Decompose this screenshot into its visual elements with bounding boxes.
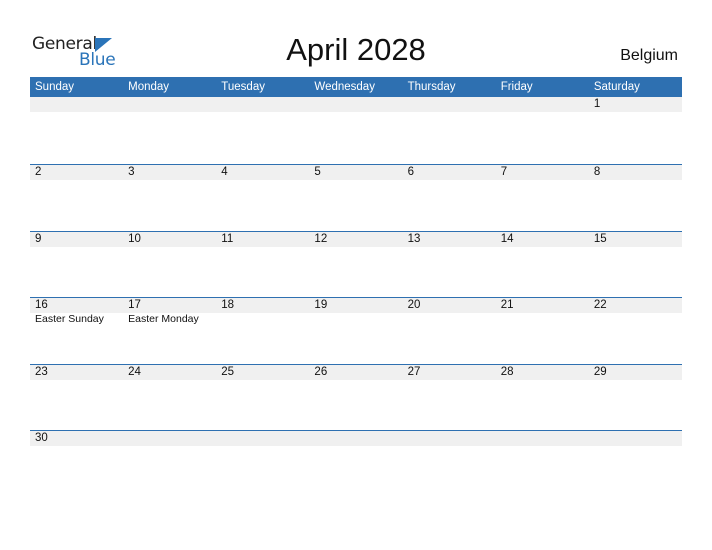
day-number: 13 bbox=[407, 232, 421, 245]
day-number bbox=[30, 97, 123, 112]
day-number bbox=[123, 431, 216, 446]
day-number: 11 bbox=[221, 232, 234, 245]
day-number bbox=[309, 431, 402, 446]
day-number-bar: 30 bbox=[30, 430, 682, 446]
week-row: 30 bbox=[30, 430, 682, 497]
day-number: 17 bbox=[128, 299, 141, 311]
holiday-notes: Easter Sunday Easter Monday bbox=[30, 313, 682, 326]
day-number: 5 bbox=[314, 166, 321, 178]
day-number-bar: 1 bbox=[30, 97, 682, 112]
day-number: 23 bbox=[35, 365, 48, 378]
day-number-bar: 9 10 11 12 13 14 15 bbox=[30, 230, 682, 247]
day-number: 20 bbox=[407, 299, 421, 311]
day-number-bar: 23 24 25 26 27 28 29 bbox=[30, 363, 682, 380]
day-number bbox=[403, 97, 496, 112]
day-number: 1 bbox=[593, 98, 601, 110]
day-number: 10 bbox=[128, 232, 141, 245]
day-number bbox=[496, 97, 589, 112]
day-number bbox=[309, 97, 402, 112]
week-row: 2 3 4 5 6 7 8 bbox=[30, 164, 682, 231]
country-label: Belgium bbox=[620, 47, 678, 64]
day-number bbox=[496, 431, 589, 446]
weekday-saturday: Saturday bbox=[593, 81, 640, 93]
holiday-label bbox=[496, 313, 589, 326]
day-number: 3 bbox=[128, 166, 135, 178]
day-number: 14 bbox=[500, 232, 514, 245]
holiday-label: Easter Monday bbox=[128, 313, 199, 325]
day-number: 21 bbox=[500, 299, 514, 311]
weekday-thursday: Thursday bbox=[407, 81, 456, 93]
weekday-wednesday: Wednesday bbox=[314, 81, 375, 93]
weekday-tuesday: Tuesday bbox=[221, 81, 265, 93]
day-number: 28 bbox=[500, 365, 514, 378]
day-number bbox=[216, 431, 309, 446]
day-number bbox=[123, 97, 216, 112]
day-number: 6 bbox=[407, 166, 414, 178]
week-row: 9 10 11 12 13 14 15 bbox=[30, 230, 682, 298]
day-number: 2 bbox=[35, 166, 42, 178]
day-number: 8 bbox=[593, 166, 601, 178]
holiday-label bbox=[309, 313, 402, 326]
weekday-friday: Friday bbox=[500, 81, 533, 93]
weekday-monday: Monday bbox=[128, 81, 170, 93]
day-number: 22 bbox=[593, 299, 607, 311]
weekday-sunday: Sunday bbox=[35, 81, 75, 93]
day-number: 18 bbox=[221, 299, 235, 311]
day-number: 27 bbox=[407, 365, 421, 378]
weekday-header: Sunday Monday Tuesday Wednesday Thursday… bbox=[30, 77, 682, 97]
calendar-grid: Sunday Monday Tuesday Wednesday Thursday… bbox=[30, 77, 682, 497]
holiday-label bbox=[589, 313, 682, 326]
calendar-title: April 2028 bbox=[286, 32, 426, 67]
day-number: 25 bbox=[221, 365, 235, 378]
day-number: 7 bbox=[500, 166, 508, 178]
day-number bbox=[403, 431, 496, 446]
day-number bbox=[216, 97, 309, 112]
day-number: 9 bbox=[35, 232, 42, 245]
day-number: 12 bbox=[314, 232, 328, 245]
day-number: 15 bbox=[593, 232, 607, 245]
week-row: 16 17 18 19 20 21 22 Easter Sunday Easter Monday bbox=[30, 297, 682, 364]
day-number-bar: 2 3 4 5 6 7 8 bbox=[30, 164, 682, 180]
day-number: 24 bbox=[128, 365, 141, 378]
week-row: 1 bbox=[30, 97, 682, 164]
day-number: 26 bbox=[314, 365, 328, 378]
day-number-bar: 16 17 18 19 20 21 22 bbox=[30, 297, 682, 313]
day-number bbox=[589, 431, 682, 446]
holiday-label bbox=[216, 313, 309, 326]
day-number: 16 bbox=[35, 299, 48, 311]
day-number: 30 bbox=[35, 432, 48, 444]
day-number: 29 bbox=[593, 365, 607, 378]
holiday-label: Easter Sunday bbox=[35, 313, 104, 325]
day-number: 4 bbox=[221, 166, 228, 178]
holiday-label bbox=[403, 313, 496, 326]
week-row: 23 24 25 26 27 28 29 bbox=[30, 363, 682, 431]
day-number: 19 bbox=[314, 299, 328, 311]
